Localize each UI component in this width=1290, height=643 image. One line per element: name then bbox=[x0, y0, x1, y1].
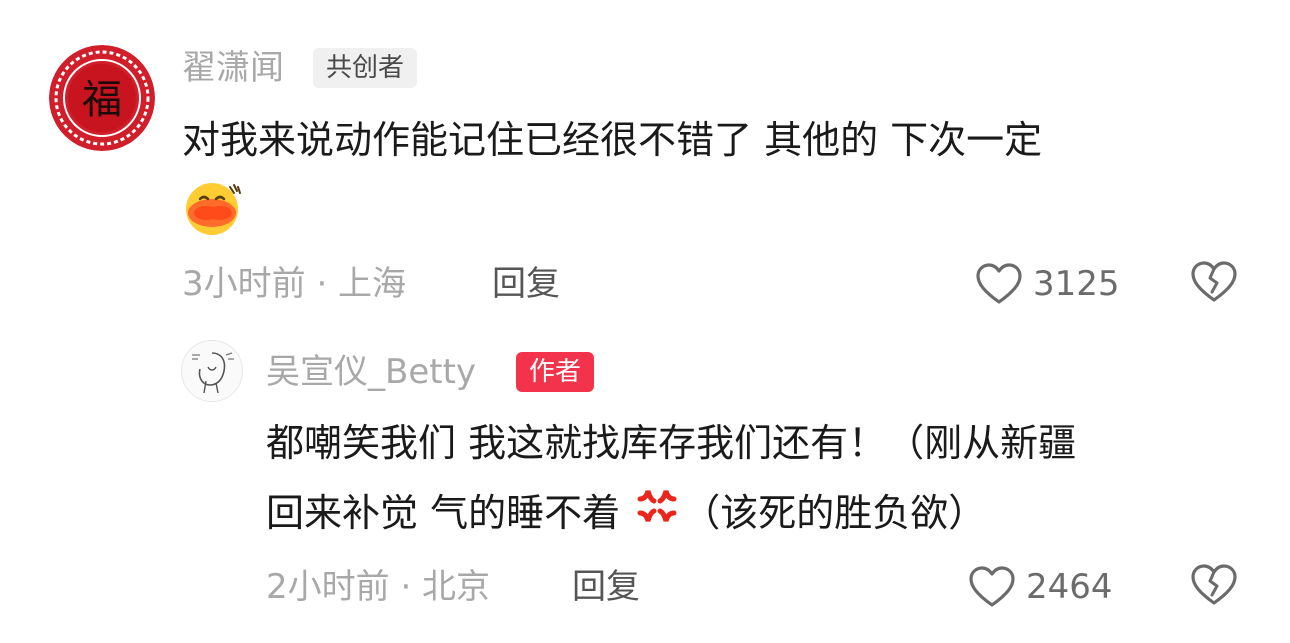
heart-icon bbox=[976, 263, 1022, 304]
author-badge: 作者 bbox=[516, 352, 595, 392]
reply-like-button[interactable]: 2464 bbox=[968, 563, 1113, 611]
avatar-text: 福 bbox=[82, 77, 122, 123]
comment-time-location: 3小时前 · 上海 bbox=[182, 264, 407, 304]
reply-text-line2-part1: 回来补觉 气的睡不着 bbox=[266, 491, 621, 535]
hot-face-emoji bbox=[182, 177, 242, 257]
like-button[interactable]: 3125 bbox=[975, 260, 1120, 308]
heart-icon bbox=[969, 566, 1015, 607]
reply-username[interactable]: 吴宣仪_Betty bbox=[266, 352, 476, 392]
reply-text-line2-part2: （该死的胜负欲） bbox=[682, 491, 987, 535]
reply-time-location: 2小时前 · 北京 bbox=[266, 567, 491, 607]
comment-text: 对我来说动作能记住已经很不错了 其他的 下次一定 bbox=[182, 107, 1042, 173]
comment-username[interactable]: 翟潇闻 bbox=[182, 48, 284, 88]
broken-heart-icon bbox=[1191, 564, 1237, 605]
sketch-avatar-image bbox=[182, 341, 242, 401]
reply-avatar[interactable] bbox=[181, 340, 243, 402]
fu-avatar-image: 福 bbox=[49, 45, 155, 151]
dislike-button[interactable] bbox=[1190, 260, 1238, 308]
reply-dislike-button[interactable] bbox=[1190, 563, 1238, 611]
anger-symbol-emoji bbox=[632, 481, 682, 551]
reply-text-line1-content: 都嘲笑我们 我这就找库存我们还有！（刚从新疆 bbox=[266, 421, 1077, 465]
avatar[interactable]: 福 bbox=[49, 45, 155, 151]
reply-text-line2: 回来补觉 气的睡不着 （该死的胜负欲） bbox=[266, 480, 986, 551]
broken-heart-icon bbox=[1191, 261, 1237, 302]
reply-reply-button[interactable]: 回复 bbox=[572, 567, 640, 607]
cocreator-badge: 共创者 bbox=[313, 48, 418, 88]
comment-emoji-line bbox=[182, 177, 242, 257]
reply-button[interactable]: 回复 bbox=[492, 264, 560, 304]
reply-like-count: 2464 bbox=[1026, 567, 1113, 607]
comment-text-line1: 对我来说动作能记住已经很不错了 其他的 下次一定 bbox=[182, 118, 1043, 162]
reply-text-line1: 都嘲笑我们 我这就找库存我们还有！（刚从新疆 bbox=[266, 410, 1076, 476]
like-count: 3125 bbox=[1033, 264, 1120, 304]
